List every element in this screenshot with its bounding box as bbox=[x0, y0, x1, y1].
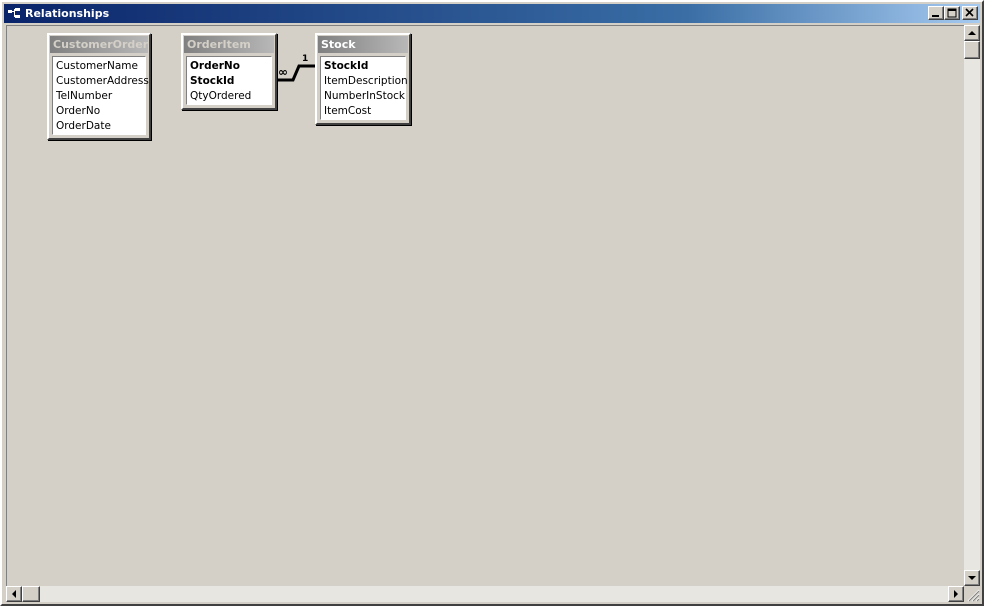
field-list[interactable]: OrderNo StockId QtyOrdered bbox=[186, 56, 272, 105]
table-title[interactable]: Stock bbox=[318, 36, 408, 53]
primary-key-field[interactable]: StockId bbox=[187, 74, 271, 89]
arrow-down-icon bbox=[968, 576, 976, 580]
table-orderitem[interactable]: OrderItem OrderNo StockId QtyOrdered bbox=[181, 33, 277, 110]
resize-grip[interactable] bbox=[964, 586, 980, 602]
relationships-window: Relationships CustomerOrder CustomerName… bbox=[0, 0, 984, 606]
field-item[interactable]: CustomerName bbox=[53, 59, 145, 74]
vertical-scroll-thumb[interactable] bbox=[964, 41, 980, 59]
field-item[interactable]: CustomerAddress bbox=[53, 74, 149, 89]
relationships-canvas[interactable]: CustomerOrder CustomerName CustomerAddre… bbox=[6, 25, 964, 586]
one-cardinality-label: 1 bbox=[302, 54, 308, 64]
primary-key-field[interactable]: OrderNo bbox=[187, 59, 271, 74]
close-button[interactable] bbox=[962, 6, 978, 20]
title-bar[interactable]: Relationships bbox=[4, 4, 980, 23]
vertical-scrollbar[interactable] bbox=[964, 25, 980, 586]
arrow-left-icon bbox=[12, 590, 16, 598]
field-item[interactable]: QtyOrdered bbox=[187, 89, 271, 104]
table-title[interactable]: OrderItem bbox=[184, 36, 274, 53]
primary-key-field[interactable]: StockId bbox=[321, 59, 405, 74]
arrow-right-icon bbox=[954, 590, 958, 598]
field-item[interactable]: NumberInStock bbox=[321, 89, 405, 104]
scroll-left-button[interactable] bbox=[6, 586, 22, 602]
table-customerorder[interactable]: CustomerOrder CustomerName CustomerAddre… bbox=[47, 33, 151, 140]
horizontal-scrollbar[interactable] bbox=[6, 586, 964, 602]
minimize-button[interactable] bbox=[928, 6, 944, 20]
minimize-icon bbox=[932, 15, 939, 17]
horizontal-scroll-thumb[interactable] bbox=[22, 586, 40, 602]
scroll-up-button[interactable] bbox=[964, 25, 980, 41]
table-title[interactable]: CustomerOrder bbox=[50, 36, 148, 53]
field-item[interactable]: ItemCost bbox=[321, 104, 405, 119]
close-icon bbox=[965, 8, 974, 17]
field-item[interactable]: TelNumber bbox=[53, 89, 145, 104]
maximize-button[interactable] bbox=[944, 6, 960, 20]
field-item[interactable]: OrderNo bbox=[53, 104, 145, 119]
arrow-up-icon bbox=[968, 31, 976, 35]
maximize-icon bbox=[947, 8, 957, 18]
field-item[interactable]: ItemDescription bbox=[321, 74, 408, 89]
window-title: Relationships bbox=[25, 7, 110, 20]
resize-grip-icon bbox=[967, 589, 980, 602]
many-cardinality-label: ∞ bbox=[278, 65, 288, 79]
scroll-down-button[interactable] bbox=[964, 570, 980, 586]
scroll-right-button[interactable] bbox=[948, 586, 964, 602]
table-stock[interactable]: Stock StockId ItemDescription NumberInSt… bbox=[315, 33, 411, 125]
field-list[interactable]: StockId ItemDescription NumberInStock It… bbox=[320, 56, 408, 120]
field-item[interactable]: OrderDate bbox=[53, 119, 145, 134]
relationships-window-icon[interactable] bbox=[7, 7, 21, 20]
field-list[interactable]: CustomerName CustomerAddress TelNumber O… bbox=[52, 56, 149, 135]
